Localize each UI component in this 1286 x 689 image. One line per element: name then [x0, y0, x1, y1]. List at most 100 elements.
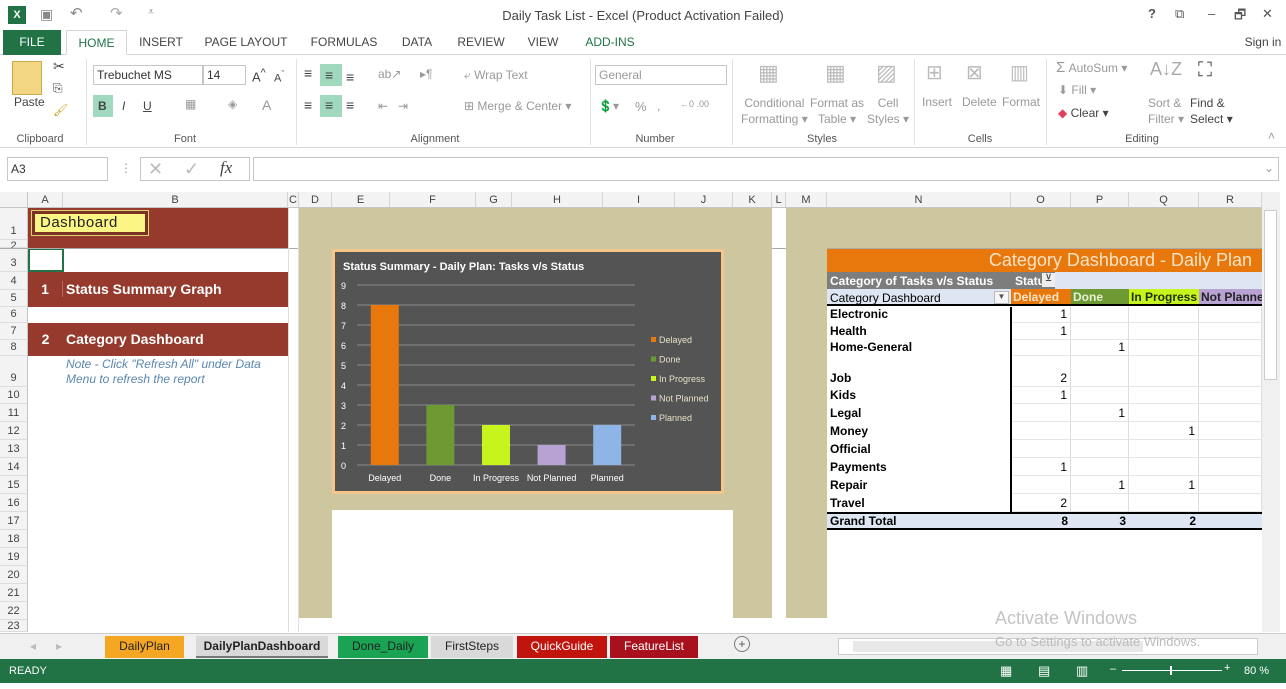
- normal-view-icon[interactable]: ▦: [1000, 663, 1012, 679]
- accounting-format-icon[interactable]: 💲▾: [598, 99, 619, 113]
- insert-button[interactable]: Insert: [922, 95, 952, 109]
- pivot-cell[interactable]: [1129, 458, 1199, 476]
- row-header-17[interactable]: 17: [0, 512, 28, 530]
- menu-label[interactable]: Status Summary Graph: [66, 281, 222, 297]
- next-sheet-icon[interactable]: ▸: [56, 639, 62, 653]
- pivot-cell[interactable]: 1: [1011, 323, 1071, 340]
- row-header-19[interactable]: 19: [0, 548, 28, 566]
- pivot-cell[interactable]: [1071, 422, 1129, 440]
- column-header-P[interactable]: P: [1071, 192, 1129, 208]
- menu-label[interactable]: Category Dashboard: [66, 331, 204, 347]
- tab-page-layout[interactable]: PAGE LAYOUT: [200, 30, 292, 55]
- align-middle-icon[interactable]: ≡: [325, 67, 333, 83]
- pivot-cell[interactable]: [1199, 356, 1262, 387]
- binoculars-icon[interactable]: ⛶: [1198, 59, 1212, 82]
- column-header-Q[interactable]: Q: [1129, 192, 1199, 208]
- row-header-3[interactable]: 3: [0, 248, 28, 272]
- autosum-button[interactable]: Σ AutoSum ▾: [1056, 59, 1127, 76]
- row-header-15[interactable]: 15: [0, 476, 28, 494]
- page-layout-view-icon[interactable]: ▤: [1038, 663, 1050, 679]
- pivot-cell[interactable]: [1129, 307, 1199, 323]
- zoom-in-icon[interactable]: +: [1224, 662, 1230, 674]
- row-header-12[interactable]: 12: [0, 422, 28, 440]
- pivot-cell[interactable]: 1: [1071, 476, 1129, 494]
- row-header-6[interactable]: 6: [0, 307, 28, 323]
- paste-icon[interactable]: [12, 61, 42, 95]
- pivot-cell[interactable]: [1199, 476, 1262, 494]
- pivot-cell[interactable]: [1071, 494, 1129, 512]
- increase-font-icon[interactable]: A^: [252, 67, 266, 84]
- pivot-cell[interactable]: 1: [1011, 307, 1071, 323]
- fill-button[interactable]: ⬇ Fill ▾: [1058, 83, 1096, 97]
- row-header-4[interactable]: 4: [0, 272, 28, 290]
- pivot-cell[interactable]: [1011, 476, 1071, 494]
- delete-button[interactable]: Delete: [962, 95, 997, 109]
- pivot-cell[interactable]: [1071, 458, 1129, 476]
- row-header-2[interactable]: 2: [0, 240, 28, 252]
- column-header-N[interactable]: N: [827, 192, 1011, 208]
- close-icon[interactable]: ✕: [1262, 6, 1273, 22]
- italic-button[interactable]: I: [122, 99, 125, 113]
- pivot-cell[interactable]: [1071, 440, 1129, 458]
- column-header-R[interactable]: R: [1199, 192, 1262, 208]
- align-top-icon[interactable]: ≡: [304, 65, 312, 81]
- format-painter-icon[interactable]: 🖌: [53, 103, 68, 117]
- column-header-F[interactable]: F: [390, 192, 476, 208]
- font-color-icon[interactable]: A: [262, 97, 271, 113]
- row-header-7[interactable]: 7: [0, 323, 28, 340]
- pivot-cell[interactable]: [1199, 340, 1262, 356]
- number-format-dropdown[interactable]: General: [595, 65, 727, 85]
- pivot-cell[interactable]: [1011, 404, 1071, 422]
- expand-formula-icon[interactable]: ⌄: [1264, 161, 1274, 175]
- menu-item-status-summary[interactable]: 1 Status Summary Graph: [28, 272, 288, 307]
- column-header-I[interactable]: I: [603, 192, 675, 208]
- column-header-O[interactable]: O: [1011, 192, 1071, 208]
- column-header-B[interactable]: B: [63, 192, 288, 208]
- grand-total-cell[interactable]: 8: [1011, 514, 1071, 528]
- pivot-cell[interactable]: [1199, 458, 1262, 476]
- delete-cells-icon[interactable]: ⊠: [966, 60, 983, 85]
- align-center-icon[interactable]: ≡: [325, 97, 333, 113]
- pivot-cell[interactable]: [1199, 494, 1262, 512]
- new-sheet-icon[interactable]: +: [734, 636, 750, 652]
- percent-icon[interactable]: %: [635, 99, 647, 114]
- sheet-tab-done_daily[interactable]: Done_Daily: [338, 636, 428, 658]
- row-filter-dropdown-icon[interactable]: ▼: [994, 291, 1009, 304]
- format-as-table-icon[interactable]: ▦: [825, 60, 846, 86]
- tab-insert[interactable]: INSERT: [133, 30, 189, 55]
- format-button[interactable]: Format: [1002, 95, 1040, 109]
- pivot-cell[interactable]: [1129, 356, 1199, 387]
- column-header-D[interactable]: D: [299, 192, 332, 208]
- column-header-M[interactable]: M: [786, 192, 827, 208]
- tab-file[interactable]: FILE: [3, 30, 61, 55]
- decrease-indent-icon[interactable]: ⇤: [378, 99, 388, 113]
- bar-delayed[interactable]: [370, 305, 399, 465]
- row-header-22[interactable]: 22: [0, 602, 28, 620]
- zoom-slider-handle[interactable]: [1170, 666, 1172, 675]
- column-header-J[interactable]: J: [675, 192, 733, 208]
- insert-function-icon[interactable]: fx: [220, 158, 232, 178]
- zoom-level[interactable]: 80 %: [1244, 665, 1269, 677]
- enter-icon[interactable]: ✓: [184, 159, 199, 180]
- paste-button[interactable]: Paste: [14, 95, 45, 109]
- row-header-21[interactable]: 21: [0, 584, 28, 602]
- align-right-icon[interactable]: ≡: [346, 97, 354, 113]
- sheet-tab-dailyplandashboard[interactable]: DailyPlanDashboard: [196, 636, 328, 658]
- sheet-tab-firststeps[interactable]: FirstSteps: [431, 636, 513, 658]
- pivot-cell[interactable]: [1011, 440, 1071, 458]
- bar-not-planned[interactable]: [537, 445, 566, 465]
- pivot-cell[interactable]: [1199, 323, 1262, 340]
- restore-icon[interactable]: 🗗: [1234, 6, 1246, 28]
- cell-styles-icon[interactable]: ▨: [876, 60, 897, 86]
- status-filter-icon[interactable]: ⊻: [1042, 273, 1055, 287]
- pivot-cell[interactable]: [1199, 404, 1262, 422]
- format-cells-icon[interactable]: ▥: [1010, 60, 1029, 85]
- column-header-A[interactable]: A: [28, 192, 63, 208]
- sign-in-link[interactable]: Sign in: [1240, 30, 1286, 55]
- grand-total-cell[interactable]: 3: [1071, 514, 1129, 528]
- zoom-slider[interactable]: [1122, 670, 1222, 671]
- pivot-cell[interactable]: [1129, 323, 1199, 340]
- align-bottom-icon[interactable]: ≡: [346, 69, 354, 85]
- active-cell-a3[interactable]: [28, 248, 64, 272]
- pivot-cell[interactable]: [1129, 387, 1199, 404]
